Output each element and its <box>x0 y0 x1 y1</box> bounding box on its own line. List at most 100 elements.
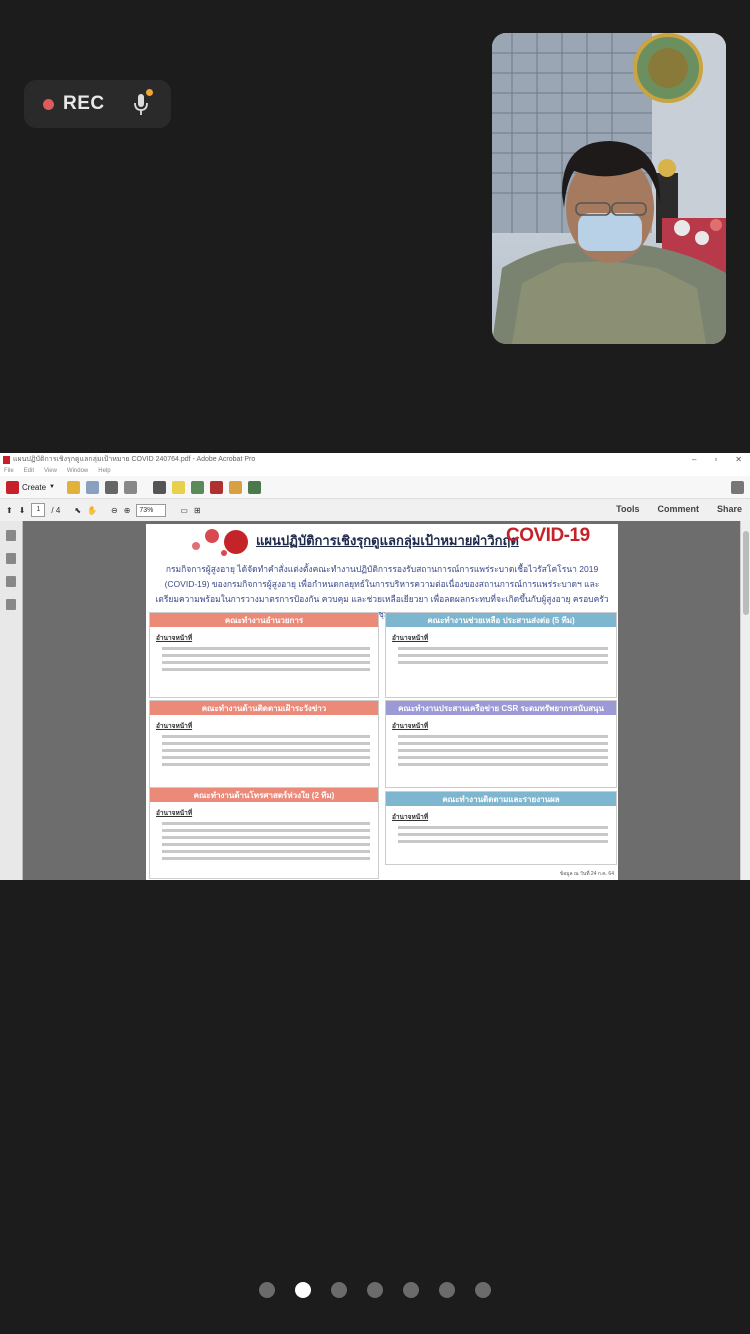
page-footnote: ข้อมูล ณ วันที่ 24 ก.ค. 64 <box>559 871 614 877</box>
zoom-in-icon[interactable]: ⊕ <box>124 506 131 515</box>
menu-bar: File Edit View Window Help <box>0 466 750 476</box>
card-header: คณะทำงานด้านติดตามเฝ้าระวังข่าว <box>150 701 378 715</box>
covid-19-logo: COVID-19 <box>506 525 590 546</box>
text-line <box>398 826 608 829</box>
expand-icon[interactable] <box>731 480 744 494</box>
text-line <box>398 840 608 843</box>
text-line <box>398 763 608 766</box>
page-dot[interactable] <box>331 1282 347 1298</box>
signatures-icon[interactable] <box>6 599 16 610</box>
select-tool-icon[interactable]: ⬉ <box>74 506 81 515</box>
text-line <box>162 857 370 860</box>
fit-page-icon[interactable]: ▭ <box>180 506 188 515</box>
zoom-out-icon[interactable]: ⊖ <box>111 506 118 515</box>
restore-icon[interactable]: ▫ <box>714 455 717 464</box>
bookmarks-icon[interactable] <box>6 553 16 564</box>
sign-icon[interactable] <box>209 480 223 494</box>
share-file-icon[interactable] <box>247 480 261 494</box>
previous-page-icon[interactable]: ⬆ <box>6 506 13 515</box>
intro-line: กรมกิจการผู้สูงอายุ ได้จัดทำคำสั่งแต่งตั… <box>165 564 599 574</box>
working-group-card: คณะทำงานช่วยเหลือ ประสานส่งต่อ (5 ทีม) อ… <box>385 612 617 698</box>
card-header: คณะทำงานด้านโทรศาสตร์ห่วงใย (2 ทีม) <box>150 788 378 802</box>
rec-label: REC <box>63 93 105 114</box>
share-link[interactable]: Share <box>717 504 742 514</box>
stamp-icon[interactable] <box>190 480 204 494</box>
page-dot[interactable] <box>259 1282 275 1298</box>
acrobat-title-bar: แผนปฏิบัติการเชิงรุกดูแลกลุ่มเป้าหมาย CO… <box>0 453 750 466</box>
total-pages: / 4 <box>51 505 61 515</box>
menu-file[interactable]: File <box>4 468 14 474</box>
menu-window[interactable]: Window <box>67 468 88 474</box>
text-line <box>398 654 608 657</box>
menu-view[interactable]: View <box>44 468 57 474</box>
page-dot[interactable] <box>367 1282 383 1298</box>
card-header: คณะทำงานติดตามและรายงานผล <box>386 792 616 806</box>
gear-icon[interactable] <box>152 480 166 494</box>
page-number-input[interactable]: 1 <box>31 503 46 517</box>
text-line <box>162 763 370 766</box>
text-line <box>162 843 370 846</box>
text-line <box>398 833 608 836</box>
tools-link[interactable]: Tools <box>616 504 639 514</box>
duty-label: อำนาจหน้าที่ <box>392 723 429 730</box>
text-line <box>162 822 370 825</box>
card-header: คณะทำงานช่วยเหลือ ประสานส่งต่อ (5 ทีม) <box>386 613 616 627</box>
microphone-icon[interactable] <box>132 93 150 117</box>
text-line <box>162 829 370 832</box>
minimize-icon[interactable]: – <box>692 455 696 464</box>
duty-label: อำนาจหน้าที่ <box>392 814 429 821</box>
menu-edit[interactable]: Edit <box>24 468 34 474</box>
page-dot[interactable] <box>475 1282 491 1298</box>
open-folder-icon[interactable] <box>66 480 80 494</box>
text-line <box>398 756 608 759</box>
duty-label: อำนาจหน้าที่ <box>156 723 193 730</box>
email-icon[interactable] <box>123 480 137 494</box>
page-dot[interactable] <box>403 1282 419 1298</box>
comment-icon[interactable] <box>171 480 185 494</box>
mic-activity-indicator <box>146 89 153 96</box>
participant-video[interactable] <box>492 33 726 344</box>
create-button[interactable]: Create ▼ <box>6 480 55 494</box>
window-title: แผนปฏิบัติการเชิงรุกดูแลกลุ่มเป้าหมาย CO… <box>13 456 256 463</box>
text-line <box>162 836 370 839</box>
text-line <box>162 647 370 650</box>
navigation-pane <box>0 521 23 880</box>
create-label: Create <box>22 482 47 492</box>
working-group-card: คณะทำงานติดตามและรายงานผล อำนาจหน้าที่ <box>385 791 617 865</box>
text-line <box>398 742 608 745</box>
export-icon[interactable] <box>228 480 242 494</box>
save-icon[interactable] <box>85 480 99 494</box>
text-line <box>398 647 608 650</box>
create-pdf-icon <box>6 480 19 494</box>
comment-link[interactable]: Comment <box>657 504 699 514</box>
acrobat-main-toolbar: Create ▼ <box>0 476 750 499</box>
hand-tool-icon[interactable]: ✋ <box>87 506 97 515</box>
print-icon[interactable] <box>104 480 118 494</box>
text-line <box>162 668 370 671</box>
working-group-card: คณะทำงานด้านโทรศาสตร์ห่วงใย (2 ทีม) อำนา… <box>149 787 379 879</box>
page-dot[interactable] <box>439 1282 455 1298</box>
pdf-file-icon <box>3 455 10 464</box>
shared-screen[interactable]: แผนปฏิบัติการเชิงรุกดูแลกลุ่มเป้าหมาย CO… <box>0 453 750 880</box>
scrollbar-thumb[interactable] <box>743 531 749 615</box>
vertical-scrollbar[interactable] <box>740 521 750 880</box>
page-indicator <box>0 1282 750 1298</box>
page-navigation-toolbar: ⬆ ⬇ 1 / 4 ⬉ ✋ ⊖ ⊕ 73% ▭ ⊞ Tools Comment … <box>0 499 750 522</box>
zoom-level-select[interactable]: 73% <box>136 503 167 517</box>
working-group-card: คณะทำงานอำนวยการ อำนาจหน้าที่ <box>149 612 379 698</box>
close-icon[interactable]: ✕ <box>735 455 742 464</box>
text-line <box>162 735 370 738</box>
text-line <box>398 749 608 752</box>
document-viewer[interactable]: แผนปฏิบัติการเชิงรุกดูแลกลุ่มเป้าหมายฝ่า… <box>0 521 750 880</box>
pages-panel-icon[interactable] <box>6 530 16 541</box>
text-line <box>162 756 370 759</box>
page-dot-active[interactable] <box>295 1282 311 1298</box>
intro-line: (COVID-19) ของกรมกิจการผู้สูงอายุ เพื่อก… <box>164 579 600 589</box>
working-group-card: คณะทำงานด้านติดตามเฝ้าระวังข่าว อำนาจหน้… <box>149 700 379 788</box>
duty-label: อำนาจหน้าที่ <box>156 810 193 817</box>
menu-help[interactable]: Help <box>98 468 110 474</box>
attachments-icon[interactable] <box>6 576 16 587</box>
text-line <box>162 661 370 664</box>
next-page-icon[interactable]: ⬇ <box>19 506 26 515</box>
fit-width-icon[interactable]: ⊞ <box>194 506 201 515</box>
